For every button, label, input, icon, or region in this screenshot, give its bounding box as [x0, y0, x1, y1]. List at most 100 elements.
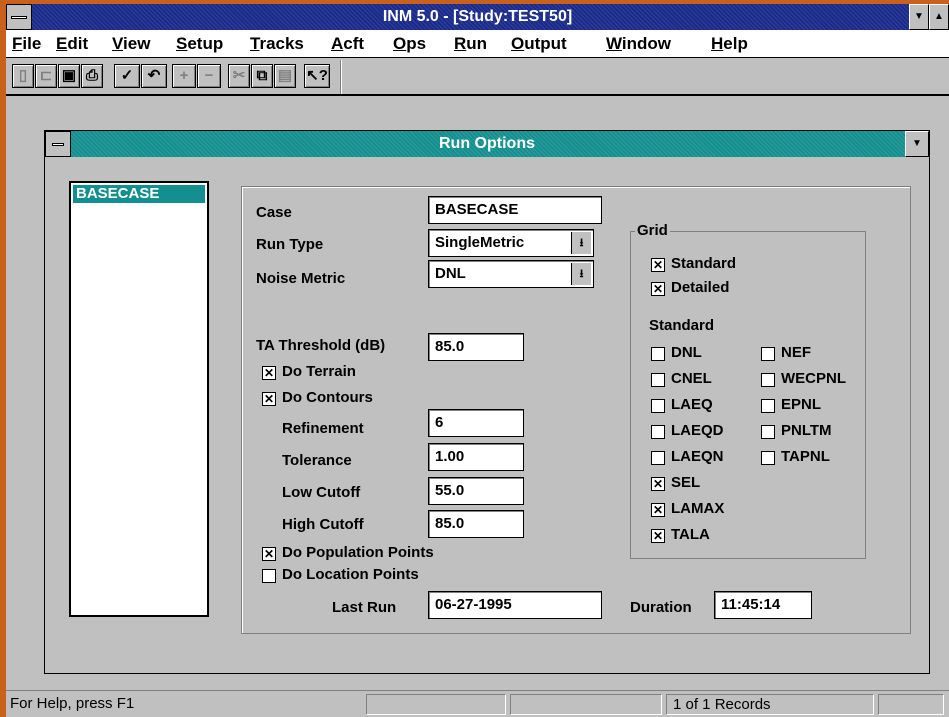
do-contours-label: Do Contours [282, 389, 373, 406]
status-pane [510, 694, 662, 715]
context-help-icon[interactable]: ↖? [304, 64, 330, 88]
toolbar-separator [340, 60, 342, 94]
menu-ops[interactable]: Ops [393, 30, 426, 58]
undo-icon[interactable]: ↶ [141, 64, 167, 88]
menu-bar: File Edit View Setup Tracks Acft Ops Run… [6, 30, 949, 58]
standard-heading: Standard [649, 317, 715, 334]
metric-pnltm-checkbox[interactable] [761, 425, 775, 439]
run-type-value: SingleMetric [435, 234, 525, 251]
options-panel: Case BASECASE Run Type SingleMetric ⭳ No… [241, 186, 911, 634]
noise-metric-dropdown-icon[interactable]: ⭳ [571, 263, 591, 285]
new-file-icon[interactable]: ▯ [12, 64, 34, 88]
grid-legend: Grid [635, 222, 670, 239]
maximize-icon[interactable]: ▲ [929, 4, 949, 30]
paste-icon[interactable]: ▤ [274, 64, 296, 88]
noise-metric-label: Noise Metric [256, 270, 346, 287]
last-run-field[interactable]: 06-27-1995 [428, 591, 602, 619]
save-disk-icon[interactable]: ▣ [58, 64, 80, 88]
grid-detailed-label: Detailed [671, 279, 730, 296]
metric-laeqn-checkbox[interactable] [651, 451, 665, 465]
refinement-field[interactable]: 6 [428, 409, 524, 437]
toolbar: ▯ ⊏ ▣ ⎙ ✓ ↶ + − ✂ ⧉ ▤ ↖? [6, 58, 949, 96]
metric-lamax-checkbox[interactable]: ✕ [651, 503, 665, 517]
menu-file[interactable]: File [12, 30, 41, 58]
case-field[interactable]: BASECASE [428, 196, 602, 224]
grid-standard-checkbox[interactable]: ✕ [651, 258, 665, 272]
metric-pnltm-label: PNLTM [781, 422, 832, 439]
menu-help[interactable]: Help [711, 30, 748, 58]
metric-sel-checkbox[interactable]: ✕ [651, 477, 665, 491]
metric-tala-label: TALA [671, 526, 710, 543]
metric-dnl-checkbox[interactable] [651, 347, 665, 361]
run-options-title: Run Options [439, 135, 535, 152]
metric-cnel-label: CNEL [671, 370, 712, 387]
run-type-label: Run Type [256, 236, 324, 253]
case-list-item[interactable]: BASECASE [73, 185, 205, 203]
metric-laeqd-label: LAEQD [671, 422, 724, 439]
run-type-dropdown-icon[interactable]: ⭳ [571, 232, 591, 254]
do-location-checkbox[interactable] [262, 569, 276, 583]
tolerance-field[interactable]: 1.00 [428, 443, 524, 471]
metric-sel-label: SEL [671, 474, 701, 491]
menu-setup[interactable]: Setup [176, 30, 223, 58]
print-icon[interactable]: ⎙ [81, 64, 103, 88]
case-label: Case [256, 204, 292, 221]
do-population-checkbox[interactable]: ✕ [262, 547, 276, 561]
high-cutoff-field[interactable]: 85.0 [428, 510, 524, 538]
run-options-title-bar[interactable]: Run Options ▼ [45, 131, 929, 157]
do-contours-checkbox[interactable]: ✕ [262, 392, 276, 406]
metric-nef-checkbox[interactable] [761, 347, 775, 361]
metric-epnl-label: EPNL [781, 396, 822, 413]
metric-wecpnl-checkbox[interactable] [761, 373, 775, 387]
do-terrain-checkbox[interactable]: ✕ [262, 366, 276, 380]
refinement-label: Refinement [282, 420, 364, 437]
noise-metric-value: DNL [435, 265, 466, 282]
grid-standard-label: Standard [671, 255, 737, 272]
child-minimize-icon[interactable]: ▼ [905, 131, 929, 157]
metric-tapnl-label: TAPNL [781, 448, 830, 465]
metric-laeq-checkbox[interactable] [651, 399, 665, 413]
run-type-select[interactable]: SingleMetric ⭳ [428, 229, 594, 257]
metric-wecpnl-label: WECPNL [781, 370, 846, 387]
copy-icon[interactable]: ⧉ [251, 64, 273, 88]
menu-view[interactable]: View [112, 30, 150, 58]
child-system-menu-icon[interactable] [45, 131, 71, 157]
metric-cnel-checkbox[interactable] [651, 373, 665, 387]
status-pane [878, 694, 944, 715]
grid-detailed-checkbox[interactable]: ✕ [651, 282, 665, 296]
duration-field[interactable]: 11:45:14 [714, 591, 812, 619]
menu-tracks[interactable]: Tracks [250, 30, 304, 58]
menu-window[interactable]: Window [606, 30, 671, 58]
add-icon[interactable]: + [172, 64, 196, 88]
metric-lamax-label: LAMAX [671, 500, 725, 517]
do-population-label: Do Population Points [282, 544, 434, 561]
ta-threshold-label: TA Threshold (dB) [256, 337, 386, 354]
noise-metric-select[interactable]: DNL ⭳ [428, 260, 594, 288]
minimize-icon[interactable]: ▼ [909, 4, 929, 30]
metric-tapnl-checkbox[interactable] [761, 451, 775, 465]
remove-icon[interactable]: − [197, 64, 221, 88]
menu-run[interactable]: Run [454, 30, 487, 58]
metric-tala-checkbox[interactable]: ✕ [651, 529, 665, 543]
status-records-pane: 1 of 1 Records [666, 694, 874, 715]
check-icon[interactable]: ✓ [114, 64, 140, 88]
case-list[interactable]: BASECASE [69, 181, 209, 617]
tolerance-label: Tolerance [282, 452, 352, 469]
cut-icon[interactable]: ✂ [228, 64, 250, 88]
status-help-text: For Help, press F1 [10, 695, 135, 712]
duration-label: Duration [630, 599, 692, 616]
menu-output[interactable]: Output [511, 30, 567, 58]
metric-laeqd-checkbox[interactable] [651, 425, 665, 439]
metric-epnl-checkbox[interactable] [761, 399, 775, 413]
menu-edit[interactable]: Edit [56, 30, 88, 58]
open-folder-icon[interactable]: ⊏ [35, 64, 57, 88]
ta-threshold-field[interactable]: 85.0 [428, 333, 524, 361]
menu-acft[interactable]: Acft [331, 30, 364, 58]
status-records-text: 1 of 1 Records [673, 696, 771, 713]
do-location-label: Do Location Points [282, 566, 419, 583]
metric-nef-label: NEF [781, 344, 811, 361]
system-menu-icon[interactable] [6, 4, 32, 30]
app-title-bar[interactable]: INM 5.0 - [Study:TEST50] ▼ ▲ [6, 4, 949, 30]
low-cutoff-field[interactable]: 55.0 [428, 477, 524, 505]
metric-laeq-label: LAEQ [671, 396, 713, 413]
